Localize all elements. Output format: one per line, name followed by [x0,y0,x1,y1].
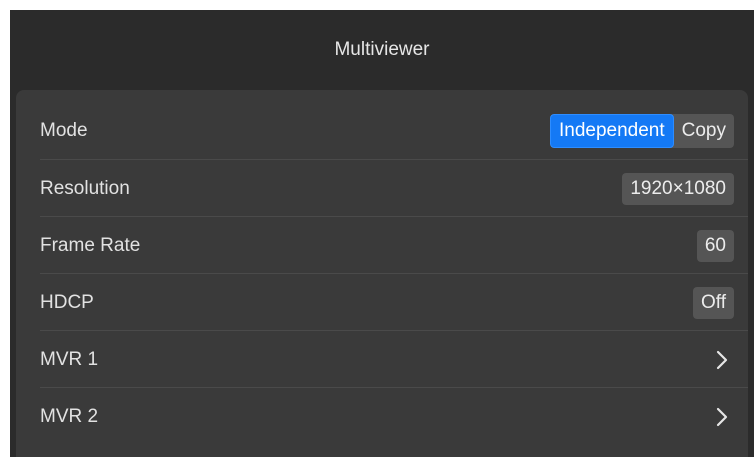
resolution-value[interactable]: 1920×1080 [622,172,734,205]
hdcp-label: HDCP [40,291,94,313]
mode-label: Mode [40,120,88,141]
mvr-2-label: MVR 2 [40,405,99,427]
chevron-right-icon[interactable] [710,405,734,429]
frame-rate-row[interactable]: Frame Rate 60 [16,217,748,274]
mode-segmented-control: Independent Copy [549,114,734,148]
mode-option-independent[interactable]: Independent [549,114,674,148]
hdcp-row[interactable]: HDCP Off [16,274,748,331]
settings-list: Mode Independent Copy Resolution 1920×10… [16,90,748,457]
mvr-1-label: MVR 1 [40,348,99,370]
frame-rate-value[interactable]: 60 [696,229,734,262]
mode-row: Mode Independent Copy [16,90,748,160]
resolution-label: Resolution [40,177,130,199]
multiviewer-panel: Multiviewer Mode Independent Copy Resolu… [10,10,754,457]
frame-rate-label: Frame Rate [40,234,141,256]
hdcp-value[interactable]: Off [693,286,734,319]
page-title: Multiviewer [334,39,430,60]
mode-option-copy[interactable]: Copy [674,114,734,148]
chevron-right-icon[interactable] [710,348,734,372]
resolution-row[interactable]: Resolution 1920×1080 [16,160,748,217]
mvr-1-row[interactable]: MVR 1 [16,331,748,388]
mvr-2-row[interactable]: MVR 2 [16,388,748,445]
